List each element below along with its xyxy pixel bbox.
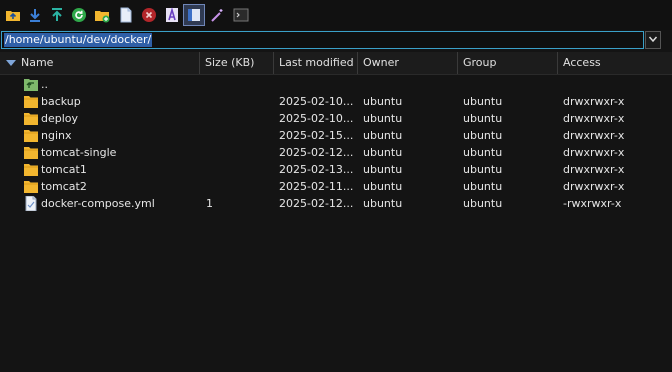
- file-row-tomcat-single[interactable]: tomcat-single 2025-02-12... ubuntu ubunt…: [0, 144, 672, 161]
- column-last-modified[interactable]: Last modified: [279, 52, 354, 74]
- sort-descending-icon: [6, 60, 16, 66]
- file-modified: 2025-02-11...: [279, 180, 354, 193]
- file-name: backup: [41, 95, 81, 108]
- column-name[interactable]: Name: [21, 52, 53, 74]
- toolbar: [0, 0, 672, 30]
- file-modified: 2025-02-12...: [279, 197, 354, 210]
- toggle-view-button[interactable]: [183, 4, 205, 26]
- file-name: deploy: [41, 112, 79, 125]
- file-owner: ubuntu: [363, 129, 403, 142]
- refresh-icon: [71, 7, 87, 23]
- new-file-icon: [118, 7, 134, 23]
- file-row-nginx[interactable]: nginx 2025-02-15... ubuntu ubuntu drwxrw…: [0, 127, 672, 144]
- folder-up-icon: [5, 7, 21, 23]
- folder-icon: [23, 179, 39, 194]
- terminal-button[interactable]: [232, 6, 250, 24]
- file-modified: 2025-02-12...: [279, 146, 354, 159]
- rename-icon: [164, 7, 180, 23]
- download-icon: [27, 7, 43, 23]
- column-header: Name Size (KB) Last modified Owner Group…: [0, 52, 672, 75]
- file-group: ubuntu: [463, 180, 503, 193]
- file-owner: ubuntu: [363, 180, 403, 193]
- terminal-icon: [233, 7, 249, 23]
- file-access: drwxrwxr-x: [563, 163, 625, 176]
- file-access: drwxrwxr-x: [563, 146, 625, 159]
- file-modified: 2025-02-10...: [279, 112, 354, 125]
- file-row-parent[interactable]: ..: [0, 76, 672, 93]
- rename-button[interactable]: [163, 6, 181, 24]
- file-group: ubuntu: [463, 146, 503, 159]
- file-group: ubuntu: [463, 197, 503, 210]
- file-name: tomcat2: [41, 180, 87, 193]
- new-file-button[interactable]: [117, 6, 135, 24]
- column-owner[interactable]: Owner: [363, 52, 399, 74]
- file-access: drwxrwxr-x: [563, 95, 625, 108]
- file-owner: ubuntu: [363, 112, 403, 125]
- path-text[interactable]: /home/ubuntu/dev/docker/: [4, 33, 153, 47]
- file-row-backup[interactable]: backup 2025-02-10... ubuntu ubuntu drwxr…: [0, 93, 672, 110]
- file-access: drwxrwxr-x: [563, 180, 625, 193]
- new-folder-button[interactable]: [93, 6, 111, 24]
- file-name: tomcat1: [41, 163, 87, 176]
- file-owner: ubuntu: [363, 146, 403, 159]
- wand-icon: [209, 7, 225, 23]
- path-input[interactable]: /home/ubuntu/dev/docker/: [1, 31, 644, 49]
- download-button[interactable]: [26, 6, 44, 24]
- file-group: ubuntu: [463, 129, 503, 142]
- path-history-dropdown[interactable]: [645, 31, 661, 49]
- chevron-down-icon: [648, 34, 658, 47]
- refresh-button[interactable]: [70, 6, 88, 24]
- file-row-docker-compose[interactable]: docker-compose.yml 1 2025-02-12... ubunt…: [0, 195, 672, 212]
- upload-icon: [49, 7, 65, 23]
- folder-icon: [23, 145, 39, 160]
- column-group[interactable]: Group: [463, 52, 497, 74]
- file-size: 1: [206, 197, 213, 210]
- file-access: -rwxrwxr-x: [563, 197, 622, 210]
- file-name: docker-compose.yml: [41, 197, 155, 210]
- parent-directory-button[interactable]: [4, 6, 22, 24]
- file-access: drwxrwxr-x: [563, 112, 625, 125]
- file-modified: 2025-02-10...: [279, 95, 354, 108]
- file-owner: ubuntu: [363, 163, 403, 176]
- file-group: ubuntu: [463, 112, 503, 125]
- file-modified: 2025-02-15...: [279, 129, 354, 142]
- file-access: drwxrwxr-x: [563, 129, 625, 142]
- file-name: tomcat-single: [41, 146, 117, 159]
- delete-button[interactable]: [140, 6, 158, 24]
- file-owner: ubuntu: [363, 197, 403, 210]
- file-name: nginx: [41, 129, 72, 142]
- file-modified: 2025-02-13...: [279, 163, 354, 176]
- file-row-tomcat2[interactable]: tomcat2 2025-02-11... ubuntu ubuntu drwx…: [0, 178, 672, 195]
- new-folder-icon: [94, 7, 110, 23]
- file-owner: ubuntu: [363, 95, 403, 108]
- file-group: ubuntu: [463, 95, 503, 108]
- file-row-tomcat1[interactable]: tomcat1 2025-02-13... ubuntu ubuntu drwx…: [0, 161, 672, 178]
- folder-icon: [23, 128, 39, 143]
- folder-icon: [23, 94, 39, 109]
- file-name: ..: [41, 78, 48, 91]
- view-toggle-icon: [186, 7, 202, 23]
- upload-button[interactable]: [48, 6, 66, 24]
- folder-icon: [23, 162, 39, 177]
- file-group: ubuntu: [463, 163, 503, 176]
- file-icon: [23, 196, 39, 211]
- column-access[interactable]: Access: [563, 52, 601, 74]
- parent-folder-icon: [23, 77, 39, 92]
- wand-button[interactable]: [208, 6, 226, 24]
- column-size[interactable]: Size (KB): [205, 52, 254, 74]
- delete-icon: [141, 7, 157, 23]
- file-row-deploy[interactable]: deploy 2025-02-10... ubuntu ubuntu drwxr…: [0, 110, 672, 127]
- folder-icon: [23, 111, 39, 126]
